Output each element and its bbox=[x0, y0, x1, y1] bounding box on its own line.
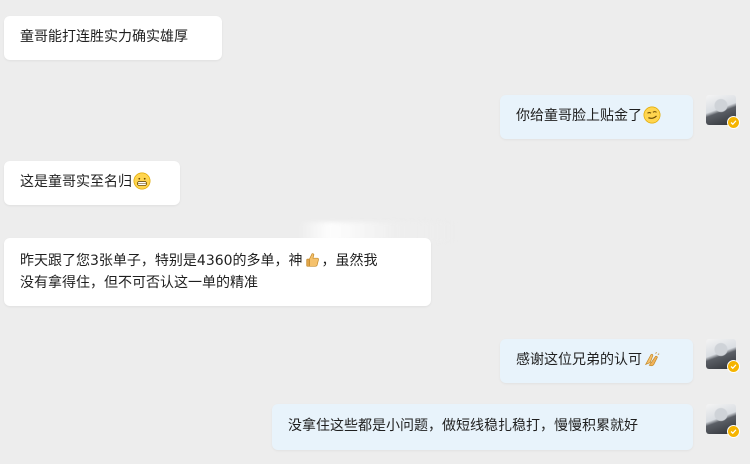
message-text: 这是童哥实至名归 bbox=[20, 174, 132, 190]
verified-badge-icon bbox=[727, 360, 740, 373]
message-text: 昨天跟了您3张单子，特别是4360的多单，神 bbox=[20, 253, 303, 269]
message-text: 你给童哥脸上贴金了 bbox=[516, 108, 642, 124]
clasped-hands-emoji-icon bbox=[644, 352, 660, 367]
message-text: 没拿住这些都是小问题，做短线稳扎稳打，慢慢积累就好 bbox=[288, 418, 638, 434]
message-text: ，虽然我 bbox=[321, 253, 378, 269]
grin-emoji-icon bbox=[133, 172, 151, 190]
message-bubble-right: 你给童哥脸上贴金了 bbox=[500, 95, 693, 139]
message-bubble-right: 感谢这位兄弟的认可 bbox=[500, 339, 693, 383]
message-bubble-left: 这是童哥实至名归 bbox=[4, 161, 180, 205]
message-line-2: 没有拿得住，但不可否认这一单的精准 bbox=[20, 275, 258, 291]
message-bubble-left: 昨天跟了您3张单子，特别是4360的多单，神 ，虽然我 没有拿得住，但不可否认这… bbox=[4, 238, 431, 306]
message-line-1: 昨天跟了您3张单子，特别是4360的多单，神 ，虽然我 bbox=[20, 250, 415, 272]
message-text: 感谢这位兄弟的认可 bbox=[516, 352, 642, 368]
message-bubble-right: 没拿住这些都是小问题，做短线稳扎稳打，慢慢积累就好 bbox=[272, 404, 693, 450]
verified-badge-icon bbox=[727, 425, 740, 438]
verified-badge-icon bbox=[727, 116, 740, 129]
avatar[interactable] bbox=[706, 339, 740, 373]
message-text: 童哥能打连胜实力确实雄厚 bbox=[20, 29, 188, 45]
avatar[interactable] bbox=[706, 95, 740, 129]
thumbs-up-emoji-icon bbox=[305, 253, 319, 267]
avatar[interactable] bbox=[706, 404, 740, 438]
smirk-emoji-icon bbox=[643, 106, 661, 124]
message-bubble-left: 童哥能打连胜实力确实雄厚 bbox=[4, 16, 222, 60]
